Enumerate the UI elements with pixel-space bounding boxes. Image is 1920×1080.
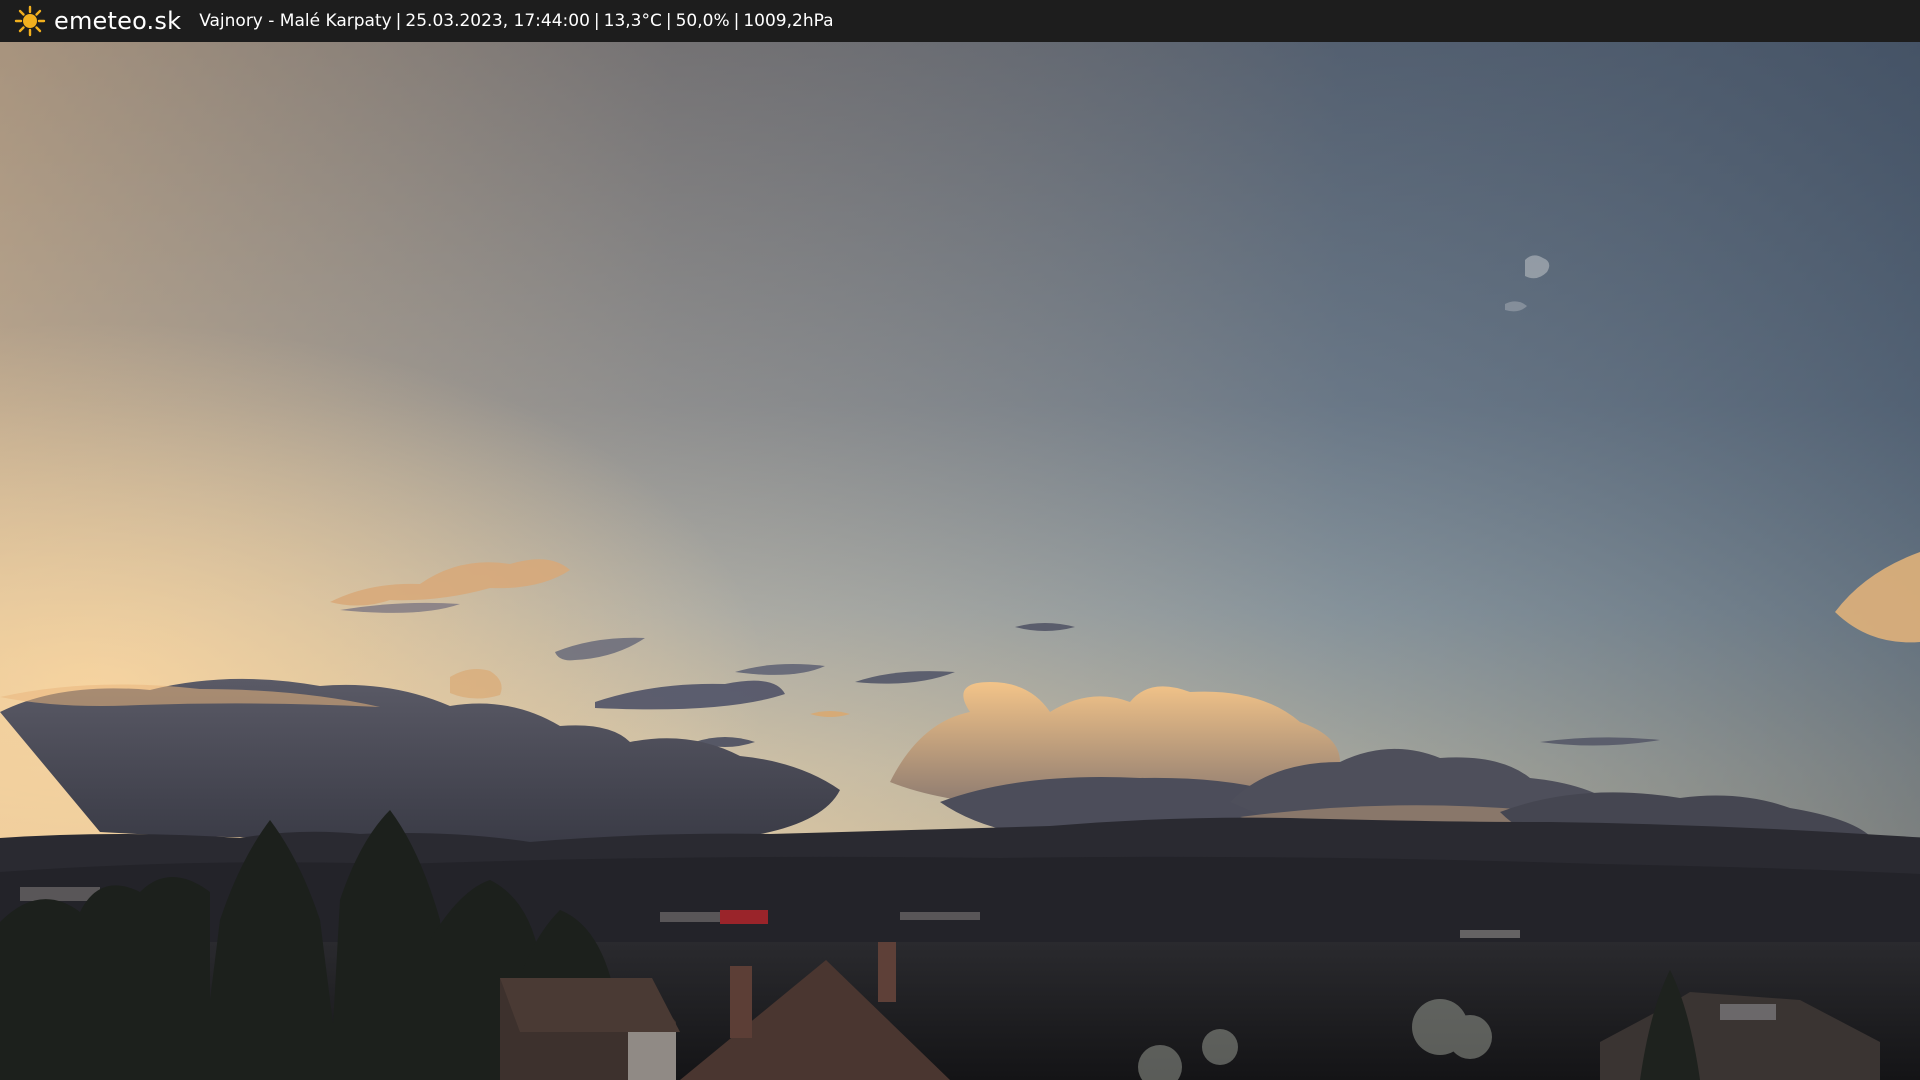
separator: | <box>665 11 672 31</box>
webcam-frame: emeteo.sk Vajnory - Malé Karpaty | 25.03.2… <box>0 0 1920 1080</box>
location-label: Vajnory - Malé Karpaty <box>199 11 392 31</box>
separator: | <box>733 11 740 31</box>
separator: | <box>593 11 600 31</box>
humidity-label: 50,0% <box>675 11 730 31</box>
temperature-label: 13,3°C <box>603 11 662 31</box>
datetime-label: 25.03.2023, 17:44:00 <box>405 11 590 31</box>
brand-name[interactable]: emeteo.sk <box>54 7 181 35</box>
separator: | <box>395 11 402 31</box>
webcam-image <box>0 42 1920 1080</box>
station-info: Vajnory - Malé Karpaty | 25.03.2023, 17:44… <box>199 11 833 31</box>
sun-icon <box>14 5 46 37</box>
header-bar: emeteo.sk Vajnory - Malé Karpaty | 25.03.2… <box>0 0 1920 42</box>
pressure-label: 1009,2hPa <box>743 11 834 31</box>
